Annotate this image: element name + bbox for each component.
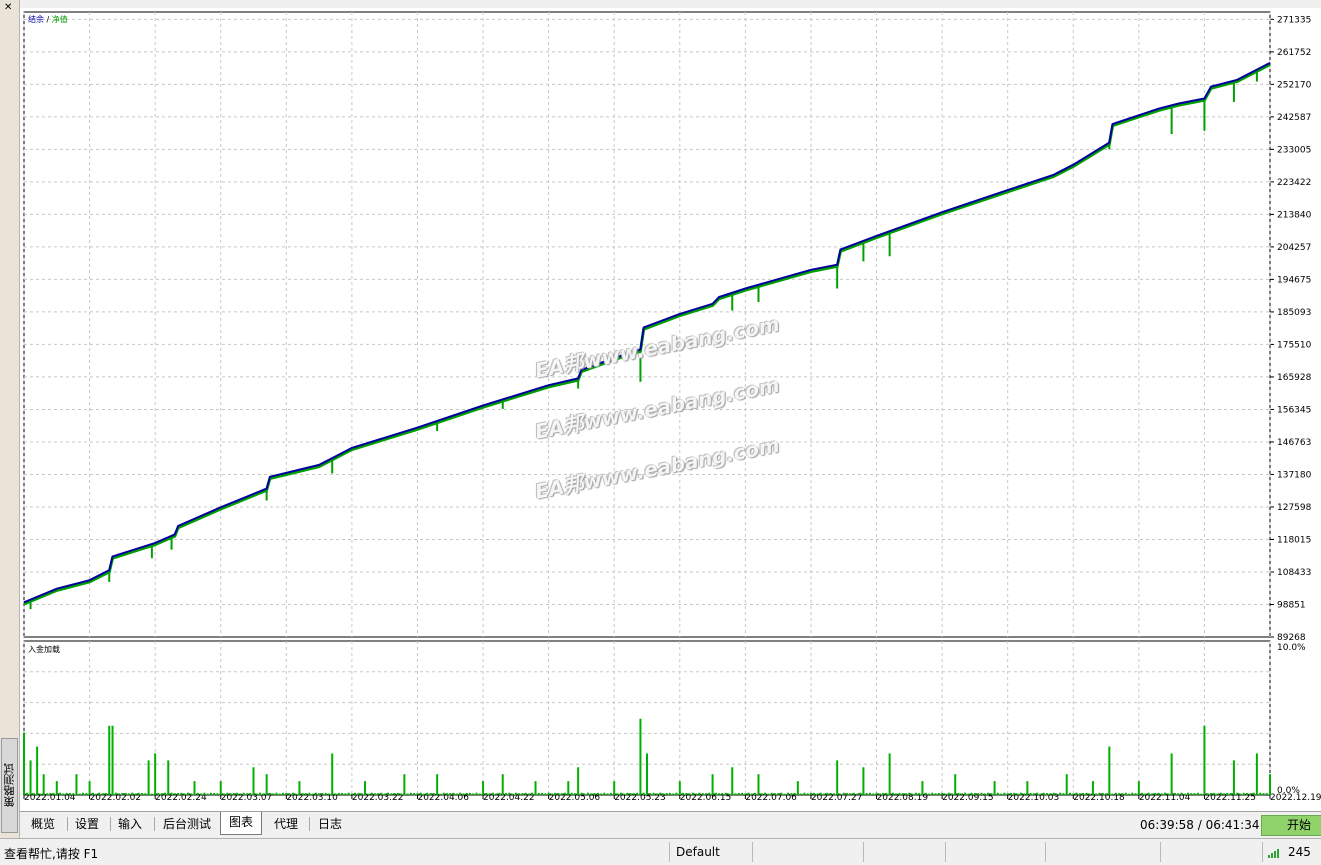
main-plot-frame: [23, 11, 1271, 638]
side-tab-strategy-tester[interactable]: 策略测试: [1, 738, 18, 833]
y-tick-label: 242587: [1277, 113, 1311, 123]
y-tick-label: 233005: [1277, 145, 1311, 155]
y-tick-label: 108433: [1277, 568, 1311, 578]
y-tick-label: 175510: [1277, 340, 1312, 350]
side-panel-strip: ✕ 策略测试: [0, 0, 20, 838]
close-icon[interactable]: ✕: [4, 3, 12, 13]
status-bar: 查看帮忙,请按 F1 Default 245: [0, 838, 1321, 865]
status-separator: [1262, 842, 1263, 862]
y-tick-label: 213840: [1277, 210, 1312, 220]
tester-tab-bar: 概览 设置 输入 后台测试 图表 代理 日志 06:39:58 / 06:41:…: [20, 811, 1321, 837]
balance-equity-chart: 271335 261752 252170 242587 233005 223422 2138…: [23, 11, 1321, 803]
tab-journal[interactable]: 日志: [310, 814, 350, 834]
start-button[interactable]: 开始: [1261, 815, 1321, 836]
y-tick-label: 137180: [1277, 470, 1312, 480]
y-tick-label: 185093: [1277, 308, 1311, 318]
y-tick-label: 127598: [1277, 503, 1312, 513]
tab-inputs[interactable]: 输入: [110, 814, 150, 834]
status-separator: [752, 842, 753, 862]
y-tick-label: 98851: [1277, 600, 1306, 610]
connection-speed: 245: [1288, 845, 1311, 859]
chart-area: 271335 261752 252170 242587 233005 223422 2138…: [20, 8, 1321, 811]
tab-settings[interactable]: 设置: [67, 814, 107, 834]
y-tick-label: 261752: [1277, 48, 1311, 58]
y-tick-label: 252170: [1277, 80, 1312, 90]
tab-agents[interactable]: 代理: [266, 814, 306, 834]
status-separator: [945, 842, 946, 862]
y-tick-label: 165928: [1277, 373, 1312, 383]
chart-legend: 结余 / 净值: [28, 14, 68, 24]
test-timer: 06:39:58 / 06:41:34: [1140, 818, 1260, 832]
tab-chart[interactable]: 图表: [220, 812, 263, 835]
connection-signal-icon: [1268, 848, 1282, 858]
y-tick-label: 146763: [1277, 438, 1311, 448]
tab-backtest[interactable]: 后台测试: [155, 814, 219, 834]
y-tick-label: 194675: [1277, 275, 1311, 285]
status-separator: [669, 842, 670, 862]
y-tick-label: 156345: [1277, 405, 1311, 415]
y-tick-label: 118015: [1277, 535, 1311, 545]
status-separator: [1045, 842, 1046, 862]
y-tick-label: 271335: [1277, 15, 1311, 25]
tab-overview[interactable]: 概览: [23, 814, 63, 834]
sub-y-tick-label: 0.0%: [1277, 786, 1300, 796]
y-tick-label: 204257: [1277, 243, 1311, 253]
status-profile[interactable]: Default: [676, 845, 720, 859]
status-separator: [1160, 842, 1161, 862]
status-help-text: 查看帮忙,请按 F1: [4, 847, 99, 861]
y-tick-label: 223422: [1277, 178, 1311, 188]
sub-y-tick-label: 10.0%: [1277, 643, 1306, 653]
y-tick-label: 89268: [1277, 633, 1306, 643]
sub-chart-title: 入金加载: [28, 644, 60, 654]
status-separator: [863, 842, 864, 862]
